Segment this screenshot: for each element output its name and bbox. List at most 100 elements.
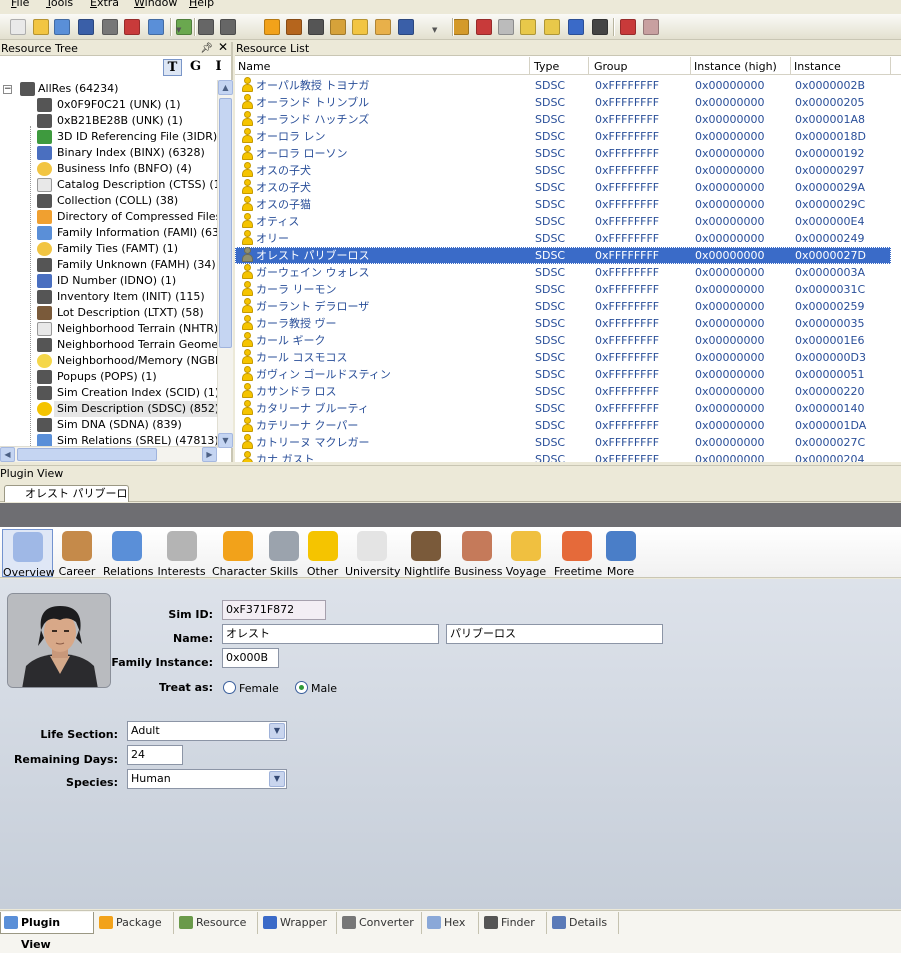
tree-item[interactable]: Family Ties (FAMT) (1) [0, 241, 217, 257]
table-row[interactable]: オスの子犬 SDSC 0xFFFFFFFF 0x00000000 0x0000029A [235, 179, 891, 196]
tree-item[interactable]: Sim Creation Index (SCID) (1) [0, 385, 217, 401]
table-row[interactable]: カトリーヌ マクレガー SDSC 0xFFFFFFFF 0x00000000 0x000… [235, 434, 891, 451]
tree-horizontal-scrollbar[interactable]: ◀ ▶ [0, 446, 217, 462]
tree-item[interactable]: 0xB21BE28B (UNK) (1) [0, 113, 217, 129]
tree-item[interactable]: Family Information (FAMI) (63) [0, 225, 217, 241]
save-icon[interactable] [54, 19, 70, 35]
tree-item[interactable]: Sim DNA (SDNA) (839) [0, 417, 217, 433]
person-add-icon[interactable] [352, 19, 368, 35]
pin-icon[interactable]: 📌︎ [200, 42, 213, 55]
category-character[interactable]: Character [212, 529, 266, 578]
table-row[interactable]: ガヴィン ゴールドスティン SDSC 0xFFFFFFFF 0x00000000 0x0… [235, 366, 891, 383]
table-row[interactable]: オスの子猫 SDSC 0xFFFFFFFF 0x00000000 0x0000029C [235, 196, 891, 213]
table-row[interactable]: オーランド トリンブル SDSC 0xFFFFFFFF 0x00000000 0x000… [235, 94, 891, 111]
column-type[interactable]: Type [531, 57, 589, 75]
species-select[interactable]: Human ▼ [127, 769, 287, 789]
bottom-tab-resource[interactable]: Resource [176, 912, 258, 934]
film-icon[interactable] [308, 19, 324, 35]
toolbar-overflow-icon[interactable]: ▼ [432, 26, 438, 36]
tree-item[interactable]: Family Unknown (FAMH) (34) [0, 257, 217, 273]
table-row[interactable]: カーラ リーモン SDSC 0xFFFFFFFF 0x00000000 0x000003… [235, 281, 891, 298]
tree-item[interactable]: Inventory Item (INIT) (115) [0, 289, 217, 305]
column-instance[interactable]: Instance [791, 57, 891, 75]
refresh-icon[interactable] [568, 19, 584, 35]
group-filter-button[interactable]: G [186, 59, 205, 76]
tree-item[interactable]: Collection (COLL) (38) [0, 193, 217, 209]
table-row[interactable]: カテリーナ クーパー SDSC 0xFFFFFFFF 0x00000000 0x0000… [235, 417, 891, 434]
table-row[interactable]: オーパル教授 トヨナガ SDSC 0xFFFFFFFF 0x00000000 0x000… [235, 77, 891, 94]
bottom-tab-details[interactable]: Details [549, 912, 619, 934]
table-row[interactable]: オーランド ハッチンズ SDSC 0xFFFFFFFF 0x00000000 0x000… [235, 111, 891, 128]
close-icon[interactable] [102, 19, 118, 35]
bottom-tab-finder[interactable]: Finder [481, 912, 547, 934]
note-icon[interactable] [520, 19, 536, 35]
sim-id-field[interactable]: 0xF371F872 [222, 600, 326, 620]
table-row[interactable]: カール コスモコス SDSC 0xFFFFFFFF 0x00000000 0x00000… [235, 349, 891, 366]
category-interests[interactable]: Interests [157, 529, 206, 578]
category-business[interactable]: Business [454, 529, 503, 578]
tree-item[interactable]: Popups (POPS) (1) [0, 369, 217, 385]
column-name[interactable]: Name [235, 57, 530, 75]
table-row[interactable]: オレスト パリブーロス SDSC 0xFFFFFFFF 0x00000000 0x000… [235, 247, 891, 264]
tree-item[interactable]: Directory of Compressed Files (C [0, 209, 217, 225]
category-career[interactable]: Career [58, 529, 96, 578]
close-icon[interactable]: ✕ [218, 41, 228, 54]
column-group[interactable]: Group [591, 57, 691, 75]
table-row[interactable]: カナ ガスト SDSC 0xFFFFFFFF 0x00000000 0x00000204 [235, 451, 891, 462]
tree-item[interactable]: 3D ID Referencing File (3IDR) (63 [0, 129, 217, 145]
chevron-down-icon[interactable]: ▼ [269, 723, 285, 739]
tree-item[interactable]: Neighborhood Terrain Geometry [0, 337, 217, 353]
menu-window[interactable]: Window [134, 0, 177, 9]
tree-root-allres[interactable]: − AllRes (64234) [0, 81, 217, 97]
bottom-tab-plugin-view[interactable]: Plugin View [0, 912, 94, 951]
undo-icon[interactable] [453, 19, 469, 35]
tree-item[interactable]: Business Info (BNFO) (4) [0, 161, 217, 177]
comment-icon[interactable] [498, 19, 514, 35]
cut-icon[interactable] [198, 19, 214, 35]
new-icon[interactable] [10, 19, 26, 35]
document-tab[interactable]: オレスト パリブーロス [4, 485, 129, 516]
scroll-up-icon[interactable]: ▲ [218, 80, 233, 95]
bottom-tab-package[interactable]: Package [96, 912, 174, 934]
tree-vertical-scrollbar[interactable]: ▲ ▼ [217, 80, 233, 448]
category-university[interactable]: University [345, 529, 401, 578]
people-icon[interactable] [330, 19, 346, 35]
table-row[interactable]: カタリーナ ブルーティ SDSC 0xFFFFFFFF 0x00000000 0x000… [235, 400, 891, 417]
table-row[interactable]: カーラ教授 ヴー SDSC 0xFFFFFFFF 0x00000000 0x000000… [235, 315, 891, 332]
menu-extra[interactable]: Extra [90, 0, 119, 9]
male-radio[interactable] [295, 681, 308, 694]
category-voyage[interactable]: Voyage [505, 529, 547, 578]
table-row[interactable]: オスの子犬 SDSC 0xFFFFFFFF 0x00000000 0x00000297 [235, 162, 891, 179]
chevron-down-icon[interactable]: ▼ [269, 771, 285, 787]
last-name-field[interactable]: パリブーロス [446, 624, 663, 644]
scroll-left-icon[interactable]: ◀ [0, 447, 15, 462]
tools-icon[interactable] [620, 19, 636, 35]
collapse-icon[interactable]: − [3, 85, 12, 94]
bird-icon[interactable] [592, 19, 608, 35]
stamp-icon[interactable] [286, 19, 302, 35]
category-nightlife[interactable]: Nightlife [404, 529, 450, 578]
gear-icon[interactable] [264, 19, 280, 35]
category-relations[interactable]: Relations [103, 529, 154, 578]
bottom-tab-hex[interactable]: Hex [424, 912, 479, 934]
table-row[interactable]: オーロラ ローソン SDSC 0xFFFFFFFF 0x00000000 0x00000… [235, 145, 891, 162]
save-small-icon[interactable] [398, 19, 414, 35]
family-instance-field[interactable]: 0x000B [222, 648, 279, 668]
tree-item[interactable]: Lot Description (LTXT) (58) [0, 305, 217, 321]
find-icon[interactable] [148, 19, 164, 35]
table-row[interactable]: カサンドラ ロス SDSC 0xFFFFFFFF 0x00000000 0x000002… [235, 383, 891, 400]
life-section-select[interactable]: Adult ▼ [127, 721, 287, 741]
menu-file[interactable]: File [11, 0, 29, 9]
tree-item[interactable]: Neighborhood/Memory (NGBH) (1 [0, 353, 217, 369]
table-row[interactable]: ガーラント デラローザ SDSC 0xFFFFFFFF 0x00000000 0x000… [235, 298, 891, 315]
table-row[interactable]: カール ギーク SDSC 0xFFFFFFFF 0x00000000 0x000001E… [235, 332, 891, 349]
bottom-tab-converter[interactable]: Converter [339, 912, 422, 934]
folder-icon[interactable] [375, 19, 391, 35]
open-icon[interactable] [33, 19, 49, 35]
category-more[interactable]: More [604, 529, 637, 578]
menu-tools[interactable]: Tools [46, 0, 73, 9]
table-row[interactable]: オーロラ レン SDSC 0xFFFFFFFF 0x00000000 0x0000018… [235, 128, 891, 145]
remaining-days-field[interactable]: 24 [127, 745, 183, 765]
eraser-icon[interactable] [643, 19, 659, 35]
save-as-icon[interactable] [78, 19, 94, 35]
